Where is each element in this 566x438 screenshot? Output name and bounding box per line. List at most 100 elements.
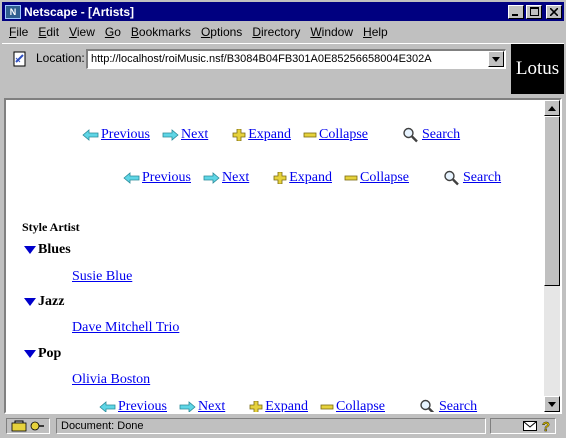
minus-icon xyxy=(303,132,317,138)
status-tray: ? xyxy=(490,418,556,434)
arrow-left-icon xyxy=(82,129,99,141)
menu-help[interactable]: Help xyxy=(358,25,393,39)
magnifier-icon xyxy=(403,127,418,143)
search-link[interactable]: Search xyxy=(422,127,460,143)
search-button[interactable]: Search xyxy=(443,170,501,186)
location-label: Location: xyxy=(36,51,85,65)
previous-button[interactable]: Previous xyxy=(82,127,150,143)
expand-button[interactable]: Expand xyxy=(249,399,308,412)
security-icon[interactable] xyxy=(6,418,50,434)
menu-bookmarks[interactable]: Bookmarks xyxy=(126,25,196,39)
location-dropdown-button[interactable] xyxy=(488,51,504,67)
collapse-link[interactable]: Collapse xyxy=(336,399,385,412)
category-row[interactable]: Jazz xyxy=(24,294,64,310)
location-input[interactable]: http://localhost/roiMusic.nsf/B3084B04FB… xyxy=(86,49,506,69)
menu-file[interactable]: File xyxy=(4,25,33,39)
next-link[interactable]: Next xyxy=(181,127,208,143)
triangle-down-icon xyxy=(548,401,556,407)
expand-button[interactable]: Expand xyxy=(273,170,332,186)
category-label: Pop xyxy=(38,346,62,361)
bookmark-icon[interactable] xyxy=(10,49,30,69)
menu-bar: File Edit View Go Bookmarks Options Dire… xyxy=(2,22,564,42)
menu-edit[interactable]: Edit xyxy=(33,25,64,39)
twisty-expanded-icon[interactable] xyxy=(24,245,36,255)
title-bar[interactable]: N Netscape - [Artists] xyxy=(2,2,564,21)
collapse-link[interactable]: Collapse xyxy=(360,170,409,186)
action-bar-bottom: Previous Next Expand Collapse Search xyxy=(99,398,477,412)
previous-button[interactable]: Previous xyxy=(99,399,167,412)
document-link[interactable]: Susie Blue xyxy=(72,269,132,285)
action-bar-top: Previous Next Expand Collapse Search xyxy=(82,126,460,144)
arrow-left-icon xyxy=(99,401,116,412)
minimize-icon xyxy=(512,13,518,16)
previous-button[interactable]: Previous xyxy=(123,170,191,186)
search-link[interactable]: Search xyxy=(463,170,501,186)
previous-link[interactable]: Previous xyxy=(142,170,191,186)
menu-directory[interactable]: Directory xyxy=(247,25,305,39)
search-button[interactable]: Search xyxy=(402,127,460,143)
expand-button[interactable]: Expand xyxy=(232,127,291,143)
arrow-right-icon xyxy=(203,172,220,184)
category-label: Jazz xyxy=(38,294,65,309)
next-button[interactable]: Next xyxy=(162,127,208,143)
minimize-button[interactable] xyxy=(508,4,524,19)
status-bar: Document: Done ? xyxy=(2,416,564,436)
search-link[interactable]: Search xyxy=(439,399,477,412)
expand-link[interactable]: Expand xyxy=(289,170,332,186)
maximize-button[interactable] xyxy=(526,4,542,19)
svg-text:?: ? xyxy=(542,419,550,433)
category-row[interactable]: Blues xyxy=(24,242,71,258)
maximize-icon xyxy=(529,7,539,16)
action-bar-middle: Previous Next Expand Collapse Search xyxy=(123,169,501,187)
category-row[interactable]: Pop xyxy=(24,346,61,362)
plus-icon xyxy=(232,129,246,141)
next-link[interactable]: Next xyxy=(198,399,225,412)
plus-icon xyxy=(273,172,287,184)
next-button[interactable]: Next xyxy=(203,170,249,186)
collapse-link[interactable]: Collapse xyxy=(319,127,368,143)
collapse-button[interactable]: Collapse xyxy=(344,170,409,186)
previous-link[interactable]: Previous xyxy=(101,127,150,143)
previous-link[interactable]: Previous xyxy=(118,399,167,412)
twisty-expanded-icon[interactable] xyxy=(24,297,36,307)
location-bar: Location: http://localhost/roiMusic.nsf/… xyxy=(2,43,564,95)
triangle-up-icon xyxy=(548,105,556,111)
next-link[interactable]: Next xyxy=(222,170,249,186)
content-frame: Previous Next Expand Collapse Search Pre… xyxy=(4,98,562,414)
arrow-right-icon xyxy=(179,401,196,412)
expand-link[interactable]: Expand xyxy=(248,127,291,143)
plus-icon xyxy=(249,401,263,412)
magnifier-icon xyxy=(420,399,435,412)
mail-icon[interactable] xyxy=(523,421,537,431)
collapse-button[interactable]: Collapse xyxy=(303,127,368,143)
category-label: Blues xyxy=(38,242,71,257)
expand-link[interactable]: Expand xyxy=(265,399,308,412)
column-header: Style Artist xyxy=(22,220,80,234)
netscape-icon[interactable]: N xyxy=(5,4,21,19)
document-view: Previous Next Expand Collapse Search Pre… xyxy=(6,100,544,412)
scroll-down-button[interactable] xyxy=(544,396,560,412)
scroll-up-button[interactable] xyxy=(544,100,560,116)
chevron-down-icon xyxy=(492,56,500,62)
twisty-expanded-icon[interactable] xyxy=(24,349,36,359)
status-text: Document: Done xyxy=(56,418,486,434)
minus-icon xyxy=(320,404,334,410)
document-link[interactable]: Dave Mitchell Trio xyxy=(72,320,179,336)
arrow-right-icon xyxy=(162,129,179,141)
vertical-scrollbar[interactable] xyxy=(544,100,560,412)
help-question-icon[interactable]: ? xyxy=(541,419,551,433)
next-button[interactable]: Next xyxy=(179,399,225,412)
arrow-left-icon xyxy=(123,172,140,184)
search-button[interactable]: Search xyxy=(419,399,477,412)
document-link[interactable]: Olivia Boston xyxy=(72,372,150,388)
menu-options[interactable]: Options xyxy=(196,25,247,39)
menu-window[interactable]: Window xyxy=(305,25,358,39)
minus-icon xyxy=(344,175,358,181)
scroll-thumb[interactable] xyxy=(544,116,560,286)
collapse-button[interactable]: Collapse xyxy=(320,399,385,412)
menu-go[interactable]: Go xyxy=(100,25,126,39)
menu-view[interactable]: View xyxy=(64,25,100,39)
close-button[interactable] xyxy=(546,4,562,19)
lotus-logo: Lotus xyxy=(511,44,564,94)
close-icon xyxy=(550,7,558,16)
